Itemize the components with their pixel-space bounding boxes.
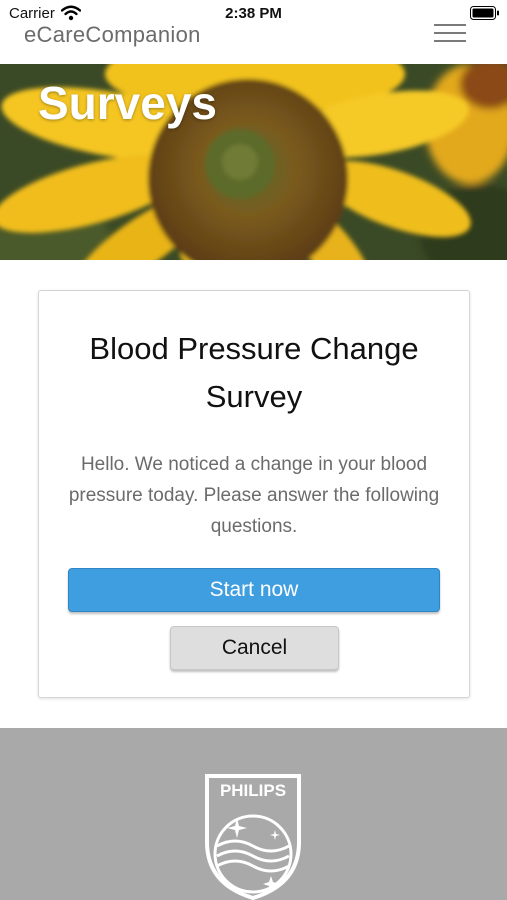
menu-line bbox=[434, 24, 466, 26]
hamburger-menu-icon[interactable] bbox=[434, 24, 466, 46]
footer: PHILIPS bbox=[0, 728, 507, 900]
menu-line bbox=[434, 32, 466, 34]
philips-shield-logo: PHILIPS bbox=[205, 774, 301, 900]
survey-card: Blood Pressure Change Survey Hello. We n… bbox=[38, 290, 470, 698]
brand-logo: eCareCompanion bbox=[24, 22, 201, 47]
page-title: Surveys bbox=[38, 77, 218, 129]
survey-title: Blood Pressure Change Survey bbox=[89, 331, 419, 414]
logo-text: PHILIPS bbox=[220, 781, 286, 800]
survey-message: Hello. We noticed a change in your blood… bbox=[68, 454, 440, 537]
cancel-button[interactable]: Cancel bbox=[170, 626, 339, 670]
hero-banner: Surveys bbox=[0, 64, 507, 260]
start-now-button[interactable]: Start now bbox=[68, 568, 440, 612]
app-header: eCareCompanion bbox=[0, 18, 507, 64]
menu-line bbox=[434, 40, 466, 42]
